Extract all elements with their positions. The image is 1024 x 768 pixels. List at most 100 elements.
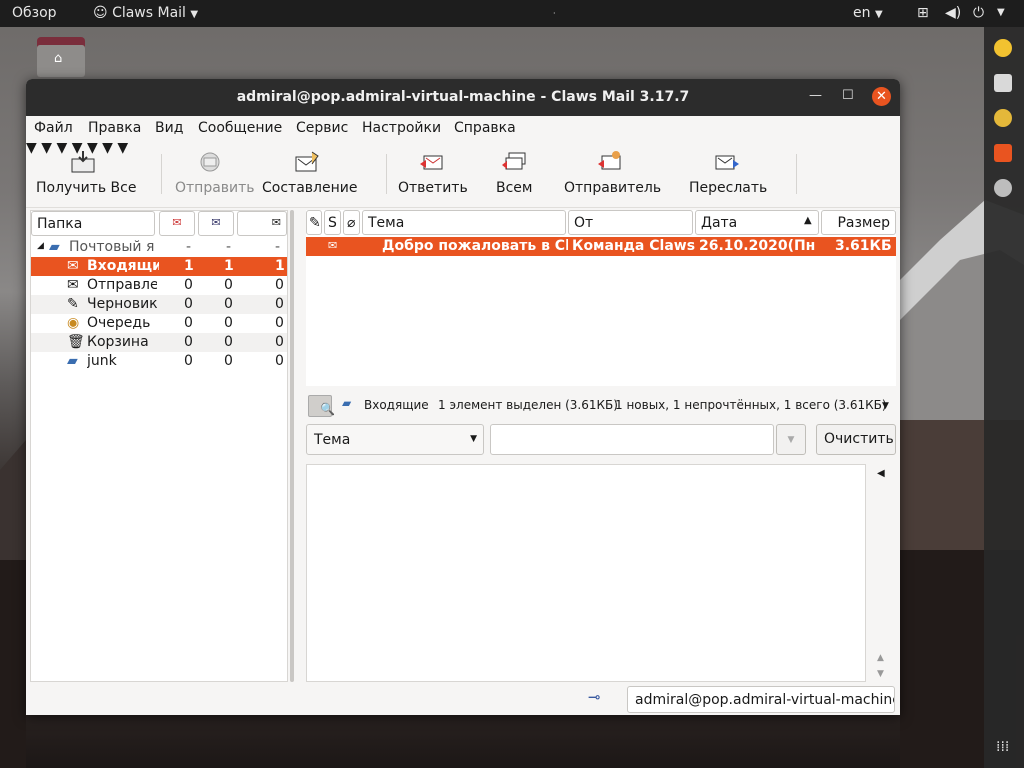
collapse-icon[interactable]: ◢ bbox=[37, 241, 44, 251]
close-icon[interactable]: ✕ bbox=[872, 87, 891, 106]
forward-button[interactable]: Переслать bbox=[686, 140, 768, 204]
maximize-icon[interactable]: ☐ bbox=[842, 88, 854, 103]
folder-row-trash[interactable]: 🗑 Корзина 0 0 0 bbox=[31, 333, 287, 352]
apps-grid-icon[interactable]: ⁞⁞⁞ bbox=[996, 739, 1009, 755]
folder-row-inbox[interactable]: ✉ Входящие 1 1 1 bbox=[31, 257, 287, 276]
chevron-down-icon: ▼ bbox=[787, 435, 795, 445]
folder-column-header[interactable]: Папка bbox=[31, 211, 155, 236]
account-selector[interactable]: admiral@pop.admiral-virtual-machine bbox=[627, 686, 895, 713]
menu-view[interactable]: Вид bbox=[155, 120, 183, 136]
menu-edit[interactable]: Правка bbox=[88, 120, 141, 136]
message-subject: Добро пожаловать в Claws Mail bbox=[382, 238, 568, 254]
search-input[interactable] bbox=[490, 424, 774, 455]
files-icon[interactable] bbox=[994, 74, 1012, 92]
power-icon[interactable]: ⏻ bbox=[973, 5, 984, 21]
clock-dot: · bbox=[553, 9, 556, 18]
separator bbox=[161, 154, 162, 194]
date-column-header[interactable]: Дата ▲ bbox=[695, 210, 819, 235]
chrome-icon[interactable] bbox=[994, 39, 1012, 57]
sort-asc-icon: ▲ bbox=[804, 215, 812, 226]
rhythmbox-icon[interactable] bbox=[994, 109, 1012, 127]
search-history-button[interactable]: ▼ bbox=[776, 424, 806, 455]
paperclip-icon: ⌀ bbox=[347, 215, 356, 231]
folder-row-sent[interactable]: ✉ Отправленные 0 0 0 bbox=[31, 276, 287, 295]
chevron-down-icon[interactable]: ▼ bbox=[882, 401, 889, 411]
forward-label: Переслать bbox=[689, 180, 768, 196]
queue-icon: ◉ bbox=[67, 315, 80, 331]
unread-column-header[interactable]: ✉ bbox=[198, 211, 234, 236]
folder-row-junk[interactable]: ▰ junk 0 0 0 bbox=[31, 352, 287, 371]
compose-button[interactable]: Составление bbox=[260, 140, 358, 204]
folder-stats: 1 новых, 1 непрочтённых, 1 всего (3.61КБ… bbox=[615, 398, 887, 412]
pane-divider[interactable] bbox=[290, 210, 294, 682]
folder-name: Черновики bbox=[87, 296, 157, 312]
folder-row-mailbox[interactable]: ◢ ▰ Почтовый я - - - bbox=[31, 238, 287, 257]
folder-unread-count: 0 bbox=[224, 277, 233, 293]
folder-new-count: 0 bbox=[184, 315, 193, 331]
activities-button[interactable]: Обзор bbox=[12, 5, 57, 21]
get-all-button[interactable]: Получить Все bbox=[34, 140, 138, 204]
menu-help[interactable]: Справка bbox=[454, 120, 516, 136]
online-plug-icon[interactable]: ⊸ bbox=[588, 688, 601, 706]
folder-row-drafts[interactable]: ✎ Черновики 0 0 0 bbox=[31, 295, 287, 314]
send-button[interactable]: Отправить bbox=[172, 140, 255, 204]
folder-unread-count: 0 bbox=[224, 334, 233, 350]
folder-name: Почтовый я bbox=[69, 239, 155, 255]
search-toggle-button[interactable]: 🔍 bbox=[308, 395, 335, 417]
summary-bar: 🔍 ▰ Входящие 1 элемент выделен (3.61КБ) … bbox=[306, 392, 896, 420]
total-column-header[interactable]: ✉ bbox=[237, 211, 287, 236]
compose-label: Составление bbox=[262, 180, 358, 196]
settings-icon[interactable] bbox=[994, 179, 1012, 197]
menu-message[interactable]: Сообщение bbox=[198, 120, 282, 136]
chevron-down-icon: ▼ bbox=[470, 434, 477, 444]
folder-row-queue[interactable]: ◉ Очередь 0 0 0 bbox=[31, 314, 287, 333]
reply-sender-icon bbox=[598, 151, 621, 170]
status-column-header[interactable]: S bbox=[324, 210, 341, 235]
message-size: 3.61КБ bbox=[835, 238, 892, 254]
collapse-left-icon[interactable]: ◀ bbox=[877, 468, 885, 479]
folder-tree: Папка ✉ ✉ ✉ ◢ ▰ Почтовый я - - - ✉ Входя… bbox=[30, 210, 288, 682]
reply-icon bbox=[420, 155, 443, 170]
size-column-header[interactable]: Размер bbox=[821, 210, 896, 235]
software-icon[interactable] bbox=[994, 144, 1012, 162]
home-folder-icon[interactable]: ⌂ bbox=[37, 37, 85, 77]
folder-unread-count: 0 bbox=[224, 296, 233, 312]
search-type-select[interactable]: Тема ▼ bbox=[306, 424, 484, 455]
volume-icon[interactable]: ◀) bbox=[945, 5, 961, 21]
app-menu[interactable]: ☺ Claws Mail ▼ bbox=[93, 5, 198, 21]
scroll-down-icon[interactable]: ▼ bbox=[877, 669, 884, 679]
menu-tools[interactable]: Сервис bbox=[296, 120, 348, 136]
menu-settings[interactable]: Настройки bbox=[362, 120, 441, 136]
unread-mail-icon: ✉ bbox=[211, 216, 221, 229]
language-menu[interactable]: en ▼ bbox=[853, 5, 883, 21]
chevron-down-icon: ▼ bbox=[874, 9, 883, 20]
subject-column-header[interactable]: Тема bbox=[362, 210, 566, 235]
new-column-header[interactable]: ✉ bbox=[159, 211, 195, 236]
network-icon[interactable]: ⊞ bbox=[917, 5, 929, 21]
top-panel: Обзор ☺ Claws Mail ▼ · en ▼ ⊞ ◀) ⏻ ▼ bbox=[0, 0, 1024, 27]
from-column-header[interactable]: От bbox=[568, 210, 693, 235]
folder-new-count: 0 bbox=[184, 353, 193, 369]
message-row[interactable]: ✉ Добро пожаловать в Claws Mail Команда … bbox=[306, 237, 896, 256]
reply-button[interactable]: Ответить bbox=[394, 140, 470, 204]
folder-total-count: 0 bbox=[275, 277, 284, 293]
folder-name: junk bbox=[87, 353, 117, 369]
attachment-column-header[interactable]: ⌀ bbox=[343, 210, 360, 235]
clear-button[interactable]: Очистить bbox=[816, 424, 896, 455]
mailbox-icon: ▰ bbox=[49, 239, 60, 255]
folder-total-count: 0 bbox=[275, 296, 284, 312]
search-icon: 🔍 bbox=[320, 402, 335, 416]
folder-unread-count: 0 bbox=[224, 315, 233, 331]
title-bar[interactable]: admiral@pop.admiral-virtual-machine - Cl… bbox=[26, 79, 900, 116]
chevron-down-icon[interactable]: ▼ bbox=[997, 7, 1005, 18]
language-label: en bbox=[853, 5, 871, 21]
menu-file[interactable]: Файл bbox=[34, 120, 73, 136]
send-queue-icon bbox=[200, 152, 220, 172]
selection-info: 1 элемент выделен (3.61КБ) bbox=[438, 398, 618, 412]
mark-column-header[interactable]: ✎ bbox=[306, 210, 322, 235]
scroll-up-icon[interactable]: ▲ bbox=[877, 653, 884, 663]
pencil-icon: ✎ bbox=[309, 215, 321, 231]
reply-all-button[interactable]: Всем bbox=[492, 140, 536, 204]
minimize-icon[interactable]: — bbox=[809, 88, 822, 103]
reply-sender-button[interactable]: Отправитель bbox=[562, 140, 661, 204]
